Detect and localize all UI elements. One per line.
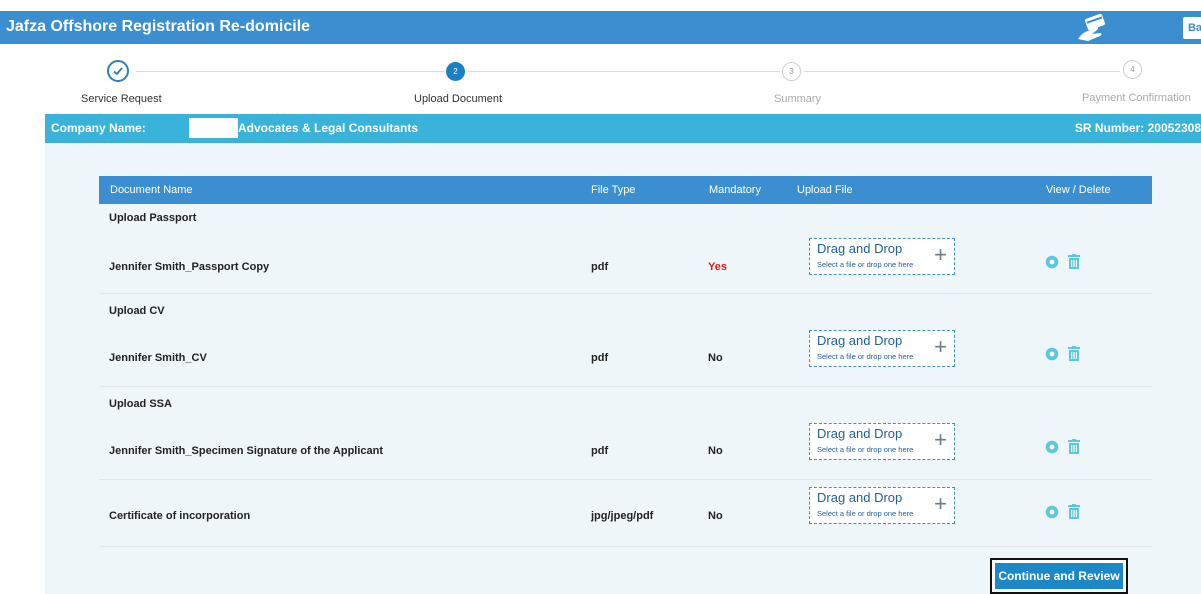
sr-number: SR Number: 20052308 [1074, 121, 1201, 135]
plus-icon: + [934, 491, 947, 516]
redacted-field [189, 118, 238, 138]
eye-icon[interactable] [1045, 440, 1059, 454]
eye-icon[interactable] [1045, 347, 1059, 361]
continue-button-label: Continue and Review [995, 563, 1123, 589]
step-2-number: 2 [453, 67, 458, 76]
document-name: Jennifer Smith_Passport Copy [109, 261, 270, 273]
file-type: pdf [591, 261, 609, 273]
step-1-circle [107, 60, 129, 82]
mandatory-value: No [708, 352, 723, 364]
trash-icon[interactable] [1067, 504, 1081, 520]
row-divider [99, 546, 1152, 547]
step-connector [136, 71, 444, 72]
eye-icon[interactable] [1045, 255, 1059, 269]
step-connector [468, 71, 780, 72]
col-upload-file: Upload File [797, 184, 853, 196]
file-type: pdf [591, 352, 609, 364]
continue-and-review-button[interactable]: Continue and Review [990, 558, 1128, 594]
col-document-name: Document Name [110, 184, 193, 196]
dropzone-title: Drag and Drop [817, 241, 903, 256]
step-label-upload-document[interactable]: Upload Document [414, 93, 502, 105]
col-mandatory: Mandatory [709, 184, 761, 196]
group-title-passport: Upload Passport [109, 212, 197, 224]
step-label-summary: Summary [774, 93, 822, 105]
step-label-service-request[interactable]: Service Request [81, 93, 162, 105]
row-divider [99, 479, 1152, 480]
upload-dropzone[interactable]: Drag and Drop Select a file or drop one … [809, 487, 955, 524]
trash-icon[interactable] [1067, 439, 1081, 455]
mandatory-value: No [708, 445, 723, 457]
company-info-bar: Company Name: Advocates & Legal Consulta… [45, 114, 1201, 143]
dropzone-title: Drag and Drop [817, 490, 903, 505]
card-hand-icon [1078, 13, 1105, 41]
col-file-type: File Type [591, 184, 636, 196]
step-connector [804, 71, 1120, 72]
dropzone-subtitle: Select a file or drop one here [817, 509, 914, 518]
trash-icon[interactable] [1067, 346, 1081, 362]
plus-icon: + [934, 334, 947, 359]
eye-icon[interactable] [1045, 505, 1059, 519]
step-2-circle: 2 [446, 62, 465, 81]
dropzone-title: Drag and Drop [817, 426, 903, 441]
row-divider [99, 386, 1152, 387]
dropzone-subtitle: Select a file or drop one here [817, 352, 914, 361]
mandatory-value: No [708, 510, 723, 522]
plus-icon: + [934, 427, 947, 452]
check-icon [113, 67, 123, 76]
step-3-number: 3 [789, 67, 794, 76]
dropzone-subtitle: Select a file or drop one here [817, 260, 914, 269]
step-4-number: 4 [1130, 65, 1135, 74]
dropzone-subtitle: Select a file or drop one here [817, 445, 914, 454]
step-3-circle: 3 [782, 62, 801, 81]
upload-dropzone[interactable]: Drag and Drop Select a file or drop one … [809, 330, 955, 367]
app-title: Jafza Offshore Registration Re-domicile [6, 18, 311, 35]
step-4-circle: 4 [1123, 60, 1142, 79]
document-name: Certificate of incorporation [109, 510, 251, 522]
content-area [45, 143, 1201, 594]
mandatory-value: Yes [708, 261, 727, 273]
file-type: jpg/jpeg/pdf [591, 510, 654, 522]
document-name: Jennifer Smith_CV [109, 352, 207, 364]
document-name: Jennifer Smith_Specimen Signature of the… [109, 445, 384, 457]
file-type: pdf [591, 445, 609, 457]
trash-icon[interactable] [1067, 254, 1081, 270]
dropzone-title: Drag and Drop [817, 333, 903, 348]
upload-dropzone[interactable]: Drag and Drop Select a file or drop one … [809, 238, 955, 275]
group-title-ssa: Upload SSA [109, 398, 172, 410]
upload-dropzone[interactable]: Drag and Drop Select a file or drop one … [809, 423, 955, 460]
company-name-value: Advocates & Legal Consultants [238, 121, 419, 135]
step-label-payment-confirmation: Payment Confirmation [1082, 92, 1191, 104]
company-name-label: Company Name: [51, 121, 146, 135]
col-view-delete: View / Delete [1046, 184, 1111, 196]
group-title-cv: Upload CV [109, 305, 165, 317]
app-header: Jafza Offshore Registration Re-domicile … [0, 11, 1201, 44]
back-button[interactable]: Ba [1183, 17, 1201, 39]
documents-table-header: Document Name File Type Mandatory Upload… [99, 176, 1152, 204]
plus-icon: + [934, 242, 947, 267]
row-divider [99, 293, 1152, 294]
